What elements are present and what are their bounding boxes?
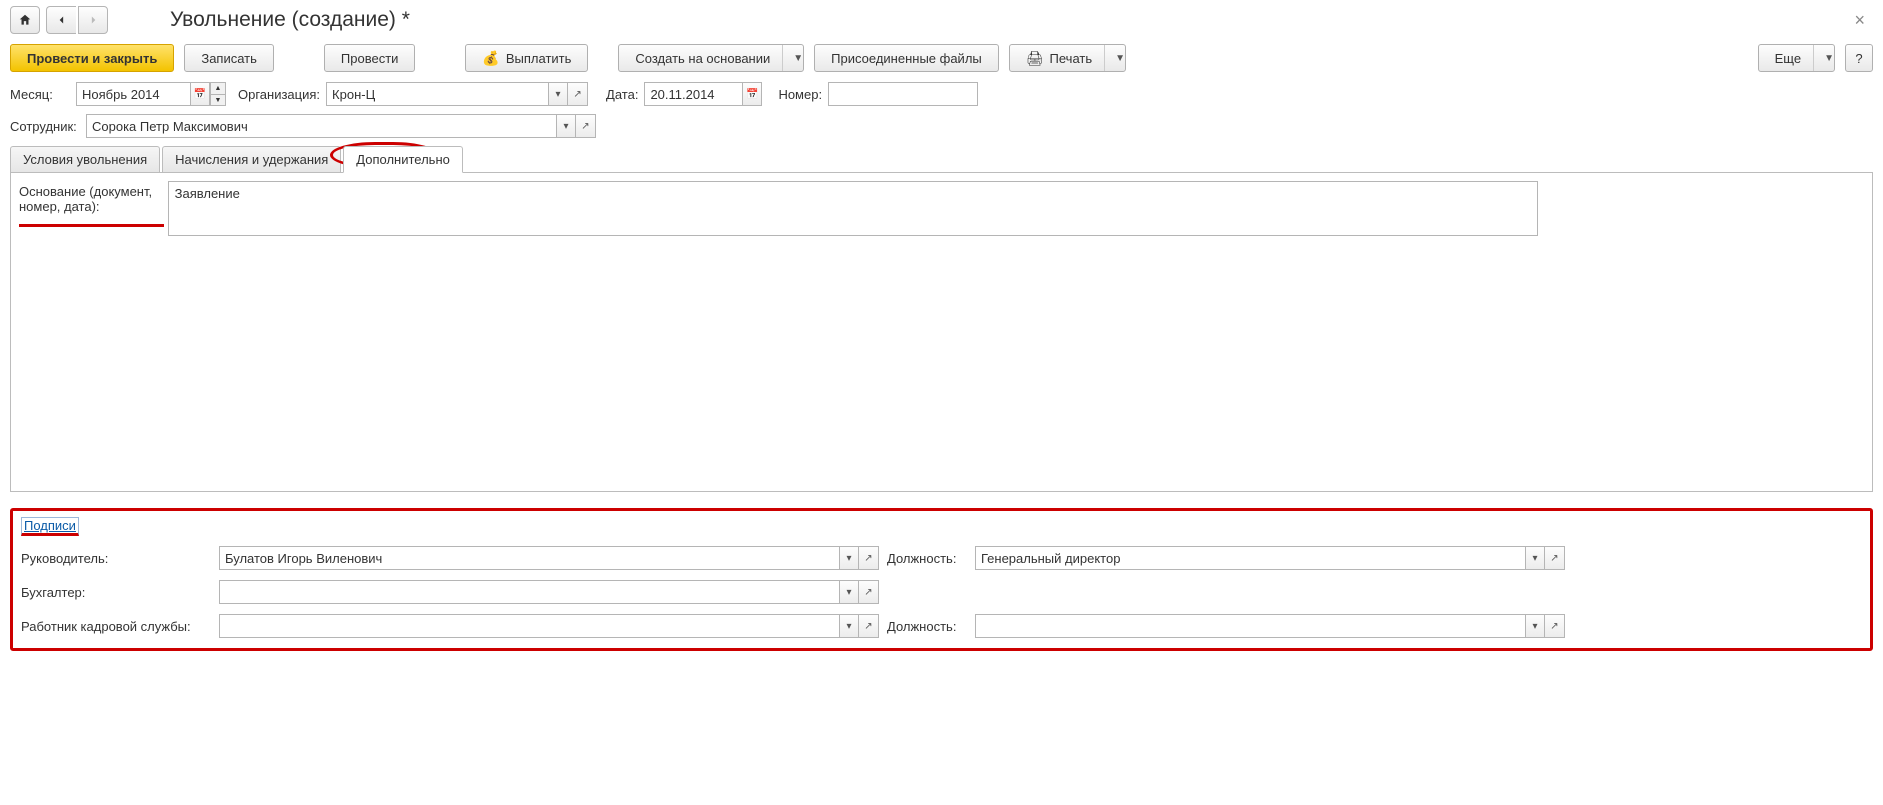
org-dropdown[interactable]: ▾ [548, 82, 568, 106]
printer-icon: 🖨 [1026, 50, 1044, 67]
head-position-open[interactable]: ↗ [1545, 546, 1565, 570]
signatures-link[interactable]: Подписи [21, 517, 79, 536]
post-and-close-button[interactable]: Провести и закрыть [10, 44, 174, 72]
chevron-down-icon: ▼ [1813, 45, 1834, 71]
date-calendar[interactable]: 📅 [742, 82, 762, 106]
position-label: Должность: [887, 551, 967, 566]
attached-files-button[interactable]: Присоединенные файлы [814, 44, 999, 72]
accountant-label: Бухгалтер: [21, 585, 211, 600]
date-input[interactable]: 20.11.2014 [644, 82, 742, 106]
org-label: Организация: [238, 87, 320, 102]
month-up[interactable]: ▲ [210, 82, 226, 94]
accountant-input[interactable] [219, 580, 839, 604]
calendar-icon: 📅 [194, 89, 206, 100]
more-label: Еще [1775, 51, 1801, 66]
print-label: Печать [1050, 51, 1093, 66]
month-down[interactable]: ▼ [210, 94, 226, 106]
month-label: Месяц: [10, 87, 70, 102]
head-open[interactable]: ↗ [859, 546, 879, 570]
employee-input[interactable]: Сорока Петр Максимович [86, 114, 556, 138]
tab-conditions[interactable]: Условия увольнения [10, 146, 160, 172]
employee-dropdown[interactable]: ▾ [556, 114, 576, 138]
chevron-down-icon: ▼ [1104, 45, 1125, 71]
calendar-button[interactable]: 📅 [190, 82, 210, 106]
create-based-label: Создать на основании [635, 51, 770, 66]
reason-textarea[interactable]: Заявление [168, 181, 1538, 236]
post-button[interactable]: Провести [324, 44, 416, 72]
hr-input[interactable] [219, 614, 839, 638]
number-input[interactable] [828, 82, 978, 106]
tab-accruals[interactable]: Начисления и удержания [162, 146, 341, 172]
head-position-input[interactable]: Генеральный директор [975, 546, 1525, 570]
accountant-open[interactable]: ↗ [859, 580, 879, 604]
calendar-icon: 📅 [746, 89, 758, 100]
back-button[interactable] [46, 6, 76, 34]
number-label: Номер: [778, 87, 822, 102]
pay-button[interactable]: 💰 Выплатить [465, 44, 588, 72]
month-input[interactable]: Ноябрь 2014 [76, 82, 190, 106]
write-button[interactable]: Записать [184, 44, 274, 72]
head-position-dropdown[interactable]: ▾ [1525, 546, 1545, 570]
forward-icon [86, 13, 100, 27]
forward-button [78, 6, 108, 34]
org-open[interactable]: ↗ [568, 82, 588, 106]
chevron-down-icon: ▼ [782, 45, 803, 71]
more-button[interactable]: Еще ▼ [1758, 44, 1835, 72]
head-dropdown[interactable]: ▾ [839, 546, 859, 570]
hr-dropdown[interactable]: ▾ [839, 614, 859, 638]
org-input[interactable]: Крон-Ц [326, 82, 548, 106]
page-title: Увольнение (создание) * [170, 8, 410, 32]
help-button[interactable]: ? [1845, 44, 1873, 72]
print-button[interactable]: 🖨 Печать ▼ [1009, 44, 1126, 72]
hr-open[interactable]: ↗ [859, 614, 879, 638]
hr-position-open[interactable]: ↗ [1545, 614, 1565, 638]
back-icon [55, 13, 69, 27]
date-label: Дата: [606, 87, 638, 102]
employee-label: Сотрудник: [10, 119, 80, 134]
home-button[interactable] [10, 6, 40, 34]
pay-label: Выплатить [506, 51, 572, 66]
hr-position-dropdown[interactable]: ▾ [1525, 614, 1545, 638]
position-label-2: Должность: [887, 619, 967, 634]
home-icon [18, 13, 32, 27]
close-button[interactable]: × [1846, 10, 1873, 31]
hr-label: Работник кадровой службы: [21, 619, 211, 634]
employee-open[interactable]: ↗ [576, 114, 596, 138]
head-label: Руководитель: [21, 551, 211, 566]
create-based-button[interactable]: Создать на основании ▼ [618, 44, 804, 72]
pay-icon: 💰 [482, 50, 499, 67]
tab-additional[interactable]: Дополнительно [343, 146, 463, 173]
reason-label: Основание (документ, номер, дата): [19, 181, 164, 227]
hr-position-input[interactable] [975, 614, 1525, 638]
accountant-dropdown[interactable]: ▾ [839, 580, 859, 604]
head-input[interactable]: Булатов Игорь Виленович [219, 546, 839, 570]
